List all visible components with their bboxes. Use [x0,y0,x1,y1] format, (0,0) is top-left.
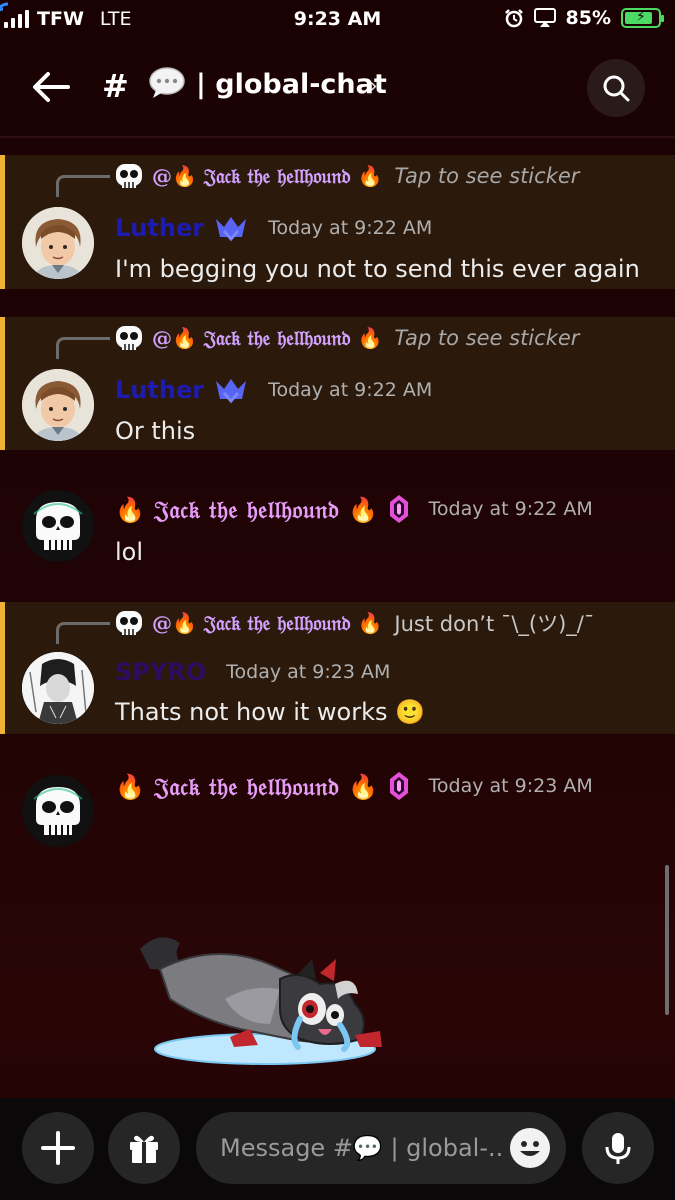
luther-avatar-image [22,207,94,279]
username[interactable]: 🔥 𝔍𝔞𝔠𝔨 𝔱𝔥𝔢 𝔥𝔢𝔩𝔩𝔥𝔬𝔲𝔫𝔡 🔥 [115,772,379,801]
emoji-icon [520,1141,540,1156]
reply-mention[interactable]: @🔥 𝔍𝔞𝔠𝔨 𝔱𝔥𝔢 𝔥𝔢𝔩𝔩𝔥𝔬𝔲𝔫𝔡 🔥 [152,326,382,350]
avatar[interactable] [22,490,94,562]
search-icon [603,75,630,102]
avatar[interactable] [22,369,94,441]
battery-icon: ⚡ [621,8,664,28]
username[interactable]: Luther [115,376,204,404]
message-spyro[interactable]: @🔥 𝔍𝔞𝔠𝔨 𝔱𝔥𝔢 𝔥𝔢𝔩𝔩𝔥𝔬𝔲𝔫𝔡 🔥 Just don’t ¯\_(ツ… [0,602,675,734]
airplay-icon [533,8,556,27]
crying-dog-sticker[interactable] [130,929,400,1069]
spyro-avatar-image [22,652,94,724]
luther-avatar-image [22,369,94,441]
back-arrow-icon [33,72,70,102]
username[interactable]: SPYRO [115,658,206,686]
avatar[interactable] [22,207,94,279]
avatar[interactable] [22,652,94,724]
reply-connector [56,337,110,359]
gift-icon [130,1135,158,1163]
reply-reference[interactable]: @🔥 𝔍𝔞𝔠𝔨 𝔱𝔥𝔢 𝔥𝔢𝔩𝔩𝔥𝔬𝔲𝔫𝔡 🔥 Tap to see stick… [5,317,675,359]
gift-button[interactable] [108,1112,180,1184]
message-header: Luther Today at 9:22 AM [115,213,432,243]
microphone-icon [605,1133,631,1164]
role-badge-icon [216,217,247,242]
channel-title[interactable]: | global-chat [196,69,387,100]
message-jack-1[interactable]: 🔥 𝔍𝔞𝔠𝔨 𝔱𝔥𝔢 𝔥𝔢𝔩𝔩𝔥𝔬𝔲𝔫𝔡 🔥 Today at 9:22 AM … [0,480,675,590]
timestamp: Today at 9:23 AM [226,661,391,683]
message-jack-2[interactable]: 🔥 𝔍𝔞𝔠𝔨 𝔱𝔥𝔢 𝔥𝔢𝔩𝔩𝔥𝔬𝔲𝔫𝔡 🔥 Today at 9:23 AM [0,757,675,1087]
scrollbar[interactable] [665,865,669,1015]
add-button[interactable] [22,1112,94,1184]
search-button[interactable] [587,59,645,117]
message-text: Or this [115,417,196,445]
status-right: 85% ⚡ [504,7,664,29]
reply-connector [56,175,110,197]
message-text: I'm begging you not to send this ever ag… [115,255,640,283]
timestamp: Today at 9:22 AM [428,498,593,520]
nitro-gem-icon [389,772,408,800]
message-text: Thats not how it works 🙂 [115,698,426,726]
reply-connector [56,622,110,644]
header-divider [0,136,675,138]
avatar[interactable] [22,775,94,847]
message-header: SPYRO Today at 9:23 AM [115,658,390,686]
channel-header: # | global-chat › [0,50,675,130]
voice-button[interactable] [582,1112,654,1184]
message-input-container[interactable] [196,1112,566,1184]
message-header: 🔥 𝔍𝔞𝔠𝔨 𝔱𝔥𝔢 𝔥𝔢𝔩𝔩𝔥𝔬𝔲𝔫𝔡 🔥 Today at 9:22 AM [115,494,593,524]
reply-preview[interactable]: Tap to see sticker [394,326,579,350]
composer-bar [0,1098,675,1200]
reply-mention[interactable]: @🔥 𝔍𝔞𝔠𝔨 𝔱𝔥𝔢 𝔥𝔢𝔩𝔩𝔥𝔬𝔲𝔫𝔡 🔥 [152,611,382,635]
username[interactable]: Luther [115,214,204,242]
message-text: lol [115,538,144,566]
reply-row: @🔥 𝔍𝔞𝔠𝔨 𝔱𝔥𝔢 𝔥𝔢𝔩𝔩𝔥𝔬𝔲𝔫𝔡 🔥 Just don’t ¯\_(ツ… [112,608,594,638]
reply-reference[interactable]: @🔥 𝔍𝔞𝔠𝔨 𝔱𝔥𝔢 𝔥𝔢𝔩𝔩𝔥𝔬𝔲𝔫𝔡 🔥 Tap to see stick… [5,155,675,197]
message-header: Luther Today at 9:22 AM [115,375,432,405]
plus-icon [41,1131,75,1165]
reply-row: @🔥 𝔍𝔞𝔠𝔨 𝔱𝔥𝔢 𝔥𝔢𝔩𝔩𝔥𝔬𝔲𝔫𝔡 🔥 Tap to see stick… [112,323,579,353]
skull-avatar-image [22,775,94,847]
status-bar: TFW LTE 9:23 AM 85% ⚡ [0,0,675,38]
skull-avatar-icon [116,611,142,635]
nitro-gem-icon [389,495,408,523]
emoji-button[interactable] [510,1128,550,1168]
timestamp: Today at 9:22 AM [268,217,433,239]
reply-preview[interactable]: Just don’t ¯\_(ツ)_/¯ [394,608,594,638]
back-button[interactable] [30,66,72,108]
alarm-icon [504,9,523,28]
timestamp: Today at 9:22 AM [268,379,433,401]
reply-row: @🔥 𝔍𝔞𝔠𝔨 𝔱𝔥𝔢 𝔥𝔢𝔩𝔩𝔥𝔬𝔲𝔫𝔡 🔥 Tap to see stick… [112,161,579,191]
message-luther-2[interactable]: @🔥 𝔍𝔞𝔠𝔨 𝔱𝔥𝔢 𝔥𝔢𝔩𝔩𝔥𝔬𝔲𝔫𝔡 🔥 Tap to see stick… [0,317,675,450]
timestamp: Today at 9:23 AM [428,775,593,797]
skull-avatar-image [22,490,94,562]
battery-percent: 85% [565,7,611,29]
skull-avatar-icon [116,164,142,188]
channel-hash: # [102,67,129,105]
reply-reference[interactable]: @🔥 𝔍𝔞𝔠𝔨 𝔱𝔥𝔢 𝔥𝔢𝔩𝔩𝔥𝔬𝔲𝔫𝔡 🔥 Just don’t ¯\_(ツ… [5,602,675,644]
username[interactable]: 🔥 𝔍𝔞𝔠𝔨 𝔱𝔥𝔢 𝔥𝔢𝔩𝔩𝔥𝔬𝔲𝔫𝔡 🔥 [115,495,379,524]
reply-mention[interactable]: @🔥 𝔍𝔞𝔠𝔨 𝔱𝔥𝔢 𝔥𝔢𝔩𝔩𝔥𝔬𝔲𝔫𝔡 🔥 [152,164,382,188]
chevron-right-icon[interactable]: › [369,74,378,99]
role-badge-icon [216,379,247,404]
skull-avatar-icon [116,326,142,350]
reply-preview[interactable]: Tap to see sticker [394,164,579,188]
message-header: 🔥 𝔍𝔞𝔠𝔨 𝔱𝔥𝔢 𝔥𝔢𝔩𝔩𝔥𝔬𝔲𝔫𝔡 🔥 Today at 9:23 AM [115,771,593,801]
message-input[interactable] [220,1130,510,1166]
speech-bubble-icon [149,67,185,98]
message-luther-1[interactable]: @🔥 𝔍𝔞𝔠𝔨 𝔱𝔥𝔢 𝔥𝔢𝔩𝔩𝔥𝔬𝔲𝔫𝔡 🔥 Tap to see stick… [0,155,675,289]
